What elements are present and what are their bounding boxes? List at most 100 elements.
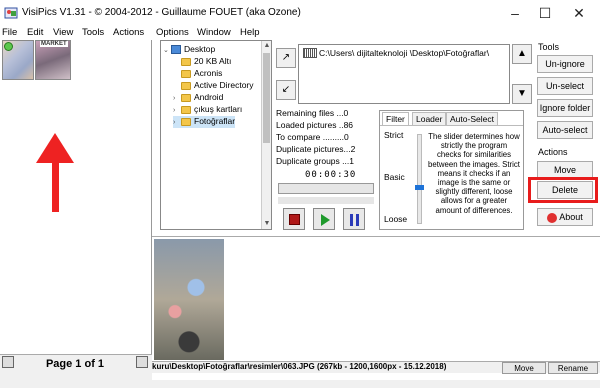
folder-icon bbox=[181, 57, 191, 66]
tree-item-folder[interactable]: Acronis bbox=[181, 68, 222, 80]
loose-label: Loose bbox=[384, 214, 408, 224]
page-indicator: Page 1 of 1 bbox=[45, 358, 105, 370]
tree-item-label: 20 KB Altı bbox=[194, 56, 232, 66]
folder-icon bbox=[181, 105, 191, 114]
page-footer: Page 1 of 1 bbox=[0, 354, 152, 380]
delete-highlight-annotation bbox=[528, 177, 598, 203]
duplicate-thumbnail[interactable] bbox=[2, 40, 34, 80]
add-path-button[interactable]: ↗ bbox=[276, 48, 296, 68]
minimize-button[interactable]: – bbox=[500, 3, 530, 23]
folder-icon bbox=[181, 81, 191, 90]
unignore-button[interactable]: Un-ignore bbox=[537, 55, 593, 73]
to-compare: To compare .........0 bbox=[276, 132, 349, 142]
slider-knob[interactable] bbox=[415, 185, 424, 190]
expand-icon[interactable]: › bbox=[173, 95, 181, 102]
duplicate-groups: Duplicate groups ...1 bbox=[276, 156, 354, 166]
image-preview bbox=[152, 236, 600, 361]
app-icon bbox=[4, 6, 18, 20]
ignore-folder-button[interactable]: Ignore folder bbox=[537, 99, 593, 117]
tree-item-label: Desktop bbox=[184, 44, 216, 54]
tab-filter[interactable]: Filter bbox=[382, 112, 409, 125]
status-move-button[interactable]: Move bbox=[502, 362, 546, 374]
tab-loader[interactable]: Loader bbox=[412, 112, 447, 125]
elapsed-timer: 00:00:30 bbox=[305, 170, 357, 180]
progress-bar bbox=[278, 183, 374, 194]
menu-options[interactable]: Options bbox=[156, 27, 189, 38]
tree-item-label: Android bbox=[194, 92, 224, 102]
menu-actions[interactable]: Actions bbox=[113, 27, 144, 38]
resize-icon[interactable] bbox=[136, 356, 148, 368]
close-button[interactable]: ✕ bbox=[564, 3, 594, 23]
tree-item-desktop[interactable]: ⌄ Desktop bbox=[163, 44, 215, 56]
window-title: VisiPics V1.31 - © 2004-2012 - Guillaume… bbox=[22, 7, 301, 18]
title-bar: VisiPics V1.31 - © 2004-2012 - Guillaume… bbox=[0, 0, 600, 26]
menu-tools[interactable]: Tools bbox=[82, 27, 104, 38]
auto-select-button[interactable]: Auto-select bbox=[537, 121, 593, 139]
about-label: About bbox=[559, 212, 583, 222]
scrollbar-thumb[interactable] bbox=[263, 53, 270, 143]
strictness-slider[interactable] bbox=[417, 134, 422, 224]
maximize-button[interactable]: ☐ bbox=[530, 3, 560, 23]
path-up-button[interactable]: ▲ bbox=[512, 44, 532, 64]
expand-icon[interactable]: › bbox=[173, 107, 181, 114]
window-bottom-edge bbox=[0, 380, 600, 388]
annotation-arrow-head bbox=[36, 133, 74, 163]
pause-button[interactable] bbox=[343, 208, 365, 230]
folder-icon bbox=[181, 69, 191, 78]
scroll-up-icon[interactable]: ▲ bbox=[262, 41, 271, 51]
folder-tree[interactable]: ⌄ Desktop 20 KB Altı Acronis Active Direc… bbox=[160, 40, 272, 230]
duplicates-panel: MARKET bbox=[0, 40, 152, 380]
remove-path-button[interactable]: ↙ bbox=[276, 80, 296, 100]
selected-badge-icon bbox=[4, 42, 13, 51]
expand-icon[interactable]: › bbox=[173, 119, 181, 126]
tree-item-folder[interactable]: › Android bbox=[173, 92, 223, 104]
pause-icon bbox=[356, 214, 359, 226]
tree-scrollbar[interactable]: ▲ ▼ bbox=[261, 41, 271, 229]
tree-item-label: Fotoğraflar bbox=[194, 116, 236, 126]
preview-photo[interactable] bbox=[154, 239, 224, 360]
status-rename-button[interactable]: Rename bbox=[548, 362, 598, 374]
loaded-pictures: Loaded pictures ..86 bbox=[276, 120, 354, 130]
tree-item-folder[interactable]: 20 KB Altı bbox=[181, 56, 231, 68]
scroll-down-icon[interactable]: ▼ bbox=[262, 219, 271, 229]
tab-auto-select[interactable]: Auto-Select bbox=[446, 112, 498, 125]
play-button[interactable] bbox=[313, 208, 335, 230]
tree-item-label: Acronis bbox=[194, 68, 223, 78]
status-bar: kuru\Desktop\Fotoğraflar\resimler\063.JP… bbox=[152, 361, 600, 374]
tree-item-selected[interactable]: › Fotoğraflar bbox=[173, 116, 236, 128]
menu-view[interactable]: View bbox=[53, 27, 73, 38]
menu-window[interactable]: Window bbox=[197, 27, 231, 38]
tree-item-label: Active Directory bbox=[194, 80, 254, 90]
tools-heading: Tools bbox=[538, 42, 560, 52]
path-down-button[interactable]: ▼ bbox=[512, 84, 532, 104]
tree-item-folder[interactable]: Active Directory bbox=[181, 80, 254, 92]
filter-description: The slider determines how strictly the p… bbox=[428, 132, 520, 215]
path-list[interactable]: C:\Users\ dijitalteknoloji \Desktop\Foto… bbox=[298, 44, 510, 104]
tree-item-folder[interactable]: › çıkuş kartları bbox=[173, 104, 242, 116]
settings-tabs: Filter Loader Auto-Select Strict Basic L… bbox=[379, 110, 524, 230]
path-entry[interactable]: C:\Users\ dijitalteknoloji \Desktop\Foto… bbox=[319, 48, 489, 58]
menu-edit[interactable]: Edit bbox=[27, 27, 43, 38]
tree-item-label: çıkuş kartları bbox=[194, 104, 243, 114]
menu-file[interactable]: File bbox=[2, 27, 17, 38]
filter-panel: Strict Basic Loose The slider determines… bbox=[380, 125, 523, 229]
play-icon bbox=[321, 214, 330, 226]
about-button[interactable]: About bbox=[537, 208, 593, 226]
collapse-icon[interactable]: ⌄ bbox=[163, 46, 171, 54]
strict-label: Strict bbox=[384, 130, 404, 140]
stop-icon bbox=[289, 214, 300, 225]
file-info: kuru\Desktop\Fotoğraflar\resimler\063.JP… bbox=[152, 362, 447, 371]
folder-icon bbox=[181, 117, 191, 126]
pause-icon bbox=[350, 214, 353, 226]
duplicate-pictures: Duplicate pictures...2 bbox=[276, 144, 356, 154]
progress-bar-secondary bbox=[278, 197, 374, 204]
unselect-button[interactable]: Un-select bbox=[537, 77, 593, 95]
desktop-icon bbox=[171, 45, 181, 55]
menu-bar: File Edit View Tools Actions Options Win… bbox=[0, 26, 600, 40]
stop-button[interactable] bbox=[283, 208, 305, 230]
basic-label: Basic bbox=[384, 172, 405, 182]
menu-help[interactable]: Help bbox=[240, 27, 260, 38]
folder-icon bbox=[181, 93, 191, 102]
remaining-files: Remaining files ...0 bbox=[276, 108, 349, 118]
resize-icon[interactable] bbox=[2, 356, 14, 368]
